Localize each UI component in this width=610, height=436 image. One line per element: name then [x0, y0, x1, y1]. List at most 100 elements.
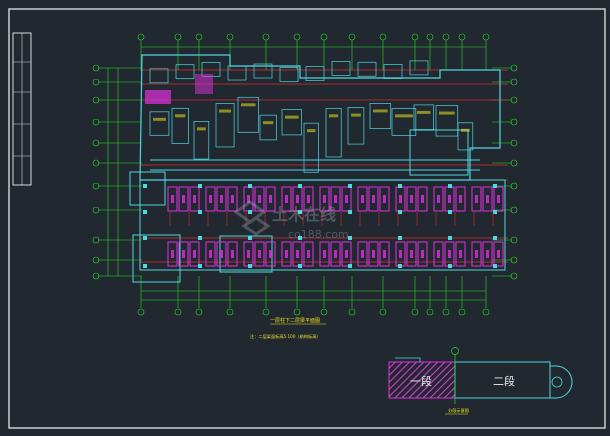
- parking-stall-mark: [372, 250, 375, 258]
- parking-stall-mark: [410, 250, 413, 258]
- column: [448, 184, 452, 188]
- grid-bubble-icon: [411, 33, 419, 41]
- parking-stall-mark: [269, 195, 272, 203]
- room-label-mark: [285, 115, 299, 119]
- parking-stall-mark: [209, 250, 212, 258]
- parking-stall-mark: [193, 195, 196, 203]
- parking-stall-mark: [307, 250, 310, 258]
- grid-bubble-icon: [137, 33, 145, 41]
- parking-stall-mark: [399, 195, 402, 203]
- column: [493, 236, 497, 240]
- plan-title-note: 一层柱下二层梁平面图: [270, 317, 320, 324]
- grid-bubble-icon: [442, 308, 450, 316]
- stair-core-icon: [551, 376, 563, 388]
- room-outline: [369, 103, 392, 129]
- column: [198, 236, 202, 240]
- core-block: [409, 129, 469, 176]
- room-outline: [281, 109, 302, 136]
- column: [143, 264, 147, 268]
- highlighted-zone: [145, 90, 171, 104]
- grid-bubble-icon: [195, 308, 203, 316]
- column: [198, 264, 202, 268]
- parking-stall-mark: [437, 250, 440, 258]
- semicircle-end-icon: [550, 365, 573, 399]
- parking-stall-mark: [258, 195, 261, 203]
- grid-bubble-icon: [348, 308, 356, 316]
- grid-bubble-icon: [320, 308, 328, 316]
- split-axis-bubble: [451, 347, 459, 355]
- parking-stall-mark: [486, 250, 489, 258]
- room-label-mark: [197, 127, 206, 131]
- room-outline: [149, 111, 170, 136]
- parking-stall-mark: [323, 195, 326, 203]
- parking-stall-mark: [247, 250, 250, 258]
- grid-bubble-icon: [226, 308, 234, 316]
- room-outline: [409, 60, 429, 76]
- parking-stall-mark: [334, 250, 337, 258]
- column: [348, 264, 352, 268]
- parking-stall-mark: [372, 195, 375, 203]
- parking-stall-mark: [182, 250, 185, 258]
- room-label-mark: [263, 121, 274, 125]
- plan-elevation-note: 注：二层梁面标高5.100（结构标高）: [250, 333, 321, 340]
- column: [398, 264, 402, 268]
- room-label-mark: [373, 109, 388, 113]
- column: [493, 210, 497, 214]
- column: [398, 236, 402, 240]
- parking-stall-mark: [258, 250, 261, 258]
- structural-floor-plan: [92, 33, 518, 316]
- grid-bubble-icon: [226, 33, 234, 41]
- room-label-mark: [461, 128, 470, 132]
- parking-stall-mark: [486, 195, 489, 203]
- grid-bubble-icon: [379, 308, 387, 316]
- room-outline: [413, 104, 434, 130]
- segment-key-caption: 分段示意图: [448, 407, 469, 414]
- column: [248, 264, 252, 268]
- parking-stall-mark: [323, 250, 326, 258]
- room-outline: [391, 108, 417, 136]
- parking-stall-mark: [410, 195, 413, 203]
- cad-drawing-canvas[interactable]: 一层柱下二层梁平面图 注：二层梁面标高5.100（结构标高） 土木在线 co18…: [0, 0, 610, 436]
- grid-bubble-icon: [458, 33, 466, 41]
- parking-stall-mark: [497, 250, 500, 258]
- parking-stall-mark: [220, 195, 223, 203]
- room-label-mark: [219, 109, 232, 113]
- grid-bubble-icon: [137, 308, 145, 316]
- stair-block: [129, 171, 166, 206]
- parking-stall-mark: [448, 250, 451, 258]
- grid-bubble-icon: [293, 33, 301, 41]
- parking-stall-mark: [437, 195, 440, 203]
- room-outline: [227, 65, 247, 81]
- parking-stall-mark: [296, 250, 299, 258]
- column: [398, 184, 402, 188]
- parking-stall-mark: [209, 195, 212, 203]
- room-outline: [193, 121, 210, 160]
- parking-stall-mark: [361, 195, 364, 203]
- column: [448, 236, 452, 240]
- column: [248, 184, 252, 188]
- room-label-mark: [329, 114, 339, 118]
- grid-bubble-icon: [426, 33, 434, 41]
- parking-stall-mark: [334, 195, 337, 203]
- grid-bubble-icon: [262, 33, 270, 41]
- room-label-mark: [439, 111, 455, 115]
- parking-stall-mark: [459, 195, 462, 203]
- grid-bubble-icon: [379, 33, 387, 41]
- parking-stall-mark: [421, 195, 424, 203]
- room-outline: [171, 107, 189, 144]
- watermark-brand-cn: 土木在线: [272, 205, 336, 224]
- parking-stall-mark: [171, 250, 174, 258]
- parking-stall-mark: [459, 250, 462, 258]
- parking-stall-mark: [345, 250, 348, 258]
- room-label-mark: [153, 117, 166, 121]
- highlighted-zone: [195, 74, 213, 94]
- grid-bubble-icon: [293, 308, 301, 316]
- room-outline: [347, 107, 365, 145]
- parking-stall-mark: [475, 195, 478, 203]
- grid-bubble-icon: [426, 308, 434, 316]
- parking-stall-mark: [231, 250, 234, 258]
- room-label-mark: [307, 129, 316, 133]
- grid-bubble-icon: [320, 33, 328, 41]
- parking-stall-mark: [361, 250, 364, 258]
- parking-stall-mark: [231, 195, 234, 203]
